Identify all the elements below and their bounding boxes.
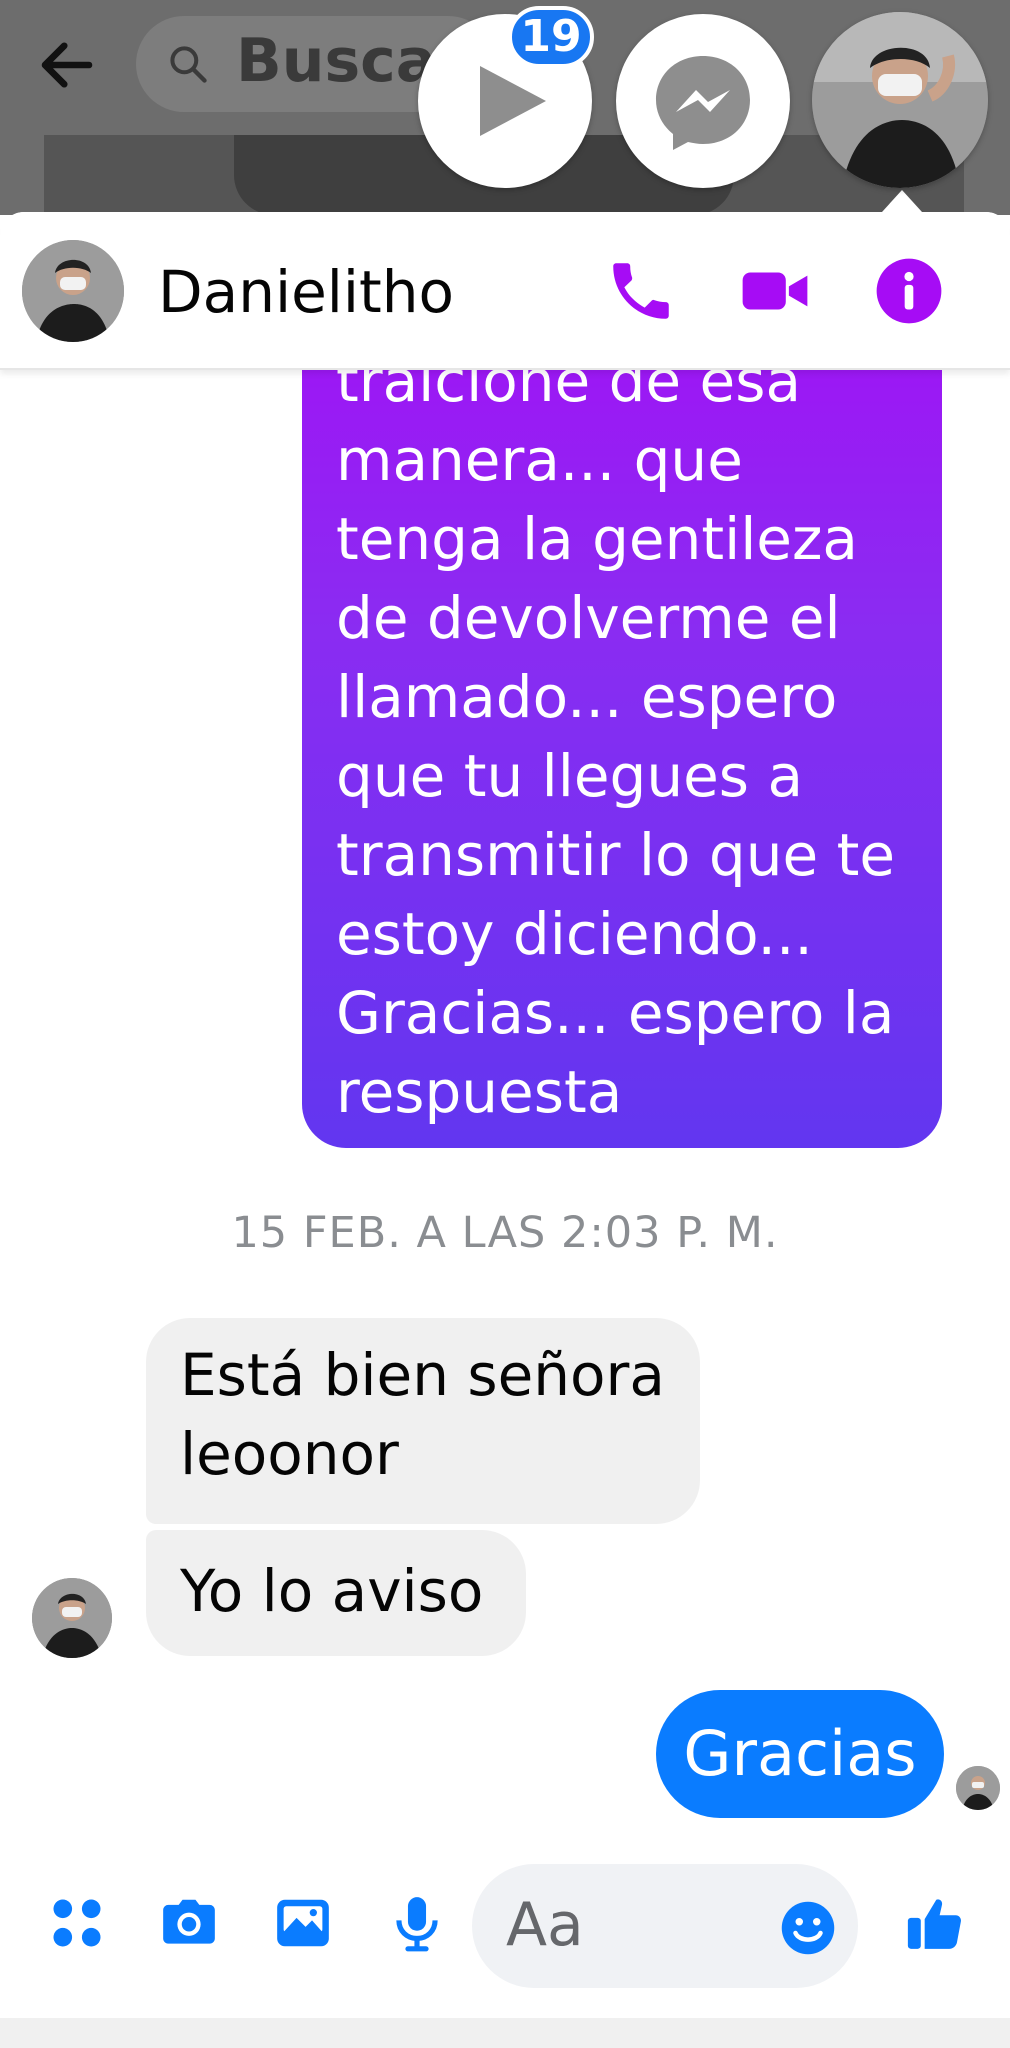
messenger-chat-head[interactable] [616, 14, 790, 188]
sender-avatar [32, 1578, 112, 1658]
emoji-icon[interactable] [778, 1898, 838, 1958]
avatar-photo [22, 240, 124, 342]
apps-icon[interactable] [46, 1892, 108, 1954]
search-icon [170, 46, 207, 83]
microphone-icon[interactable] [386, 1892, 448, 1954]
notification-badge: 19 [508, 6, 594, 68]
arrow-left-icon[interactable] [34, 32, 100, 98]
sent-message-bubble[interactable]: Gracias [656, 1690, 944, 1818]
messenger-icon [656, 56, 750, 150]
system-navigation-bar [0, 2018, 1010, 2048]
info-icon[interactable] [872, 254, 946, 328]
contact-avatar[interactable] [22, 240, 124, 342]
message-timestamp: 15 FEB. A LAS 2:03 P. M. [231, 1208, 779, 1258]
sent-message-text: traicione de esa manera... que tenga la … [336, 347, 896, 1126]
received-message-bubble[interactable]: Yo lo aviso [146, 1530, 526, 1656]
gallery-icon[interactable] [272, 1892, 334, 1954]
avatar-photo [32, 1578, 112, 1658]
avatar-photo [812, 12, 988, 188]
avatar-photo [956, 1766, 1000, 1810]
chat-head-pointer [882, 190, 922, 212]
contact-name[interactable]: Danielitho [158, 258, 454, 326]
video-camera-icon[interactable] [738, 254, 812, 328]
message-composer: Aa [0, 1840, 1010, 2010]
seen-indicator-avatar [956, 1766, 1000, 1810]
phone-icon[interactable] [604, 254, 678, 328]
chat-header: Danielitho [0, 212, 1010, 370]
received-message-bubble[interactable]: Está bien señora leoonor [146, 1318, 700, 1524]
camera-icon[interactable] [158, 1892, 220, 1954]
contact-chat-head-avatar[interactable] [812, 12, 988, 188]
chat-window: Danielitho traicione de esa manera... qu… [0, 212, 1010, 2012]
thumbs-up-icon[interactable] [904, 1892, 966, 1954]
message-input-placeholder: Aa [506, 1890, 584, 1960]
message-input[interactable]: Aa [472, 1864, 858, 1988]
